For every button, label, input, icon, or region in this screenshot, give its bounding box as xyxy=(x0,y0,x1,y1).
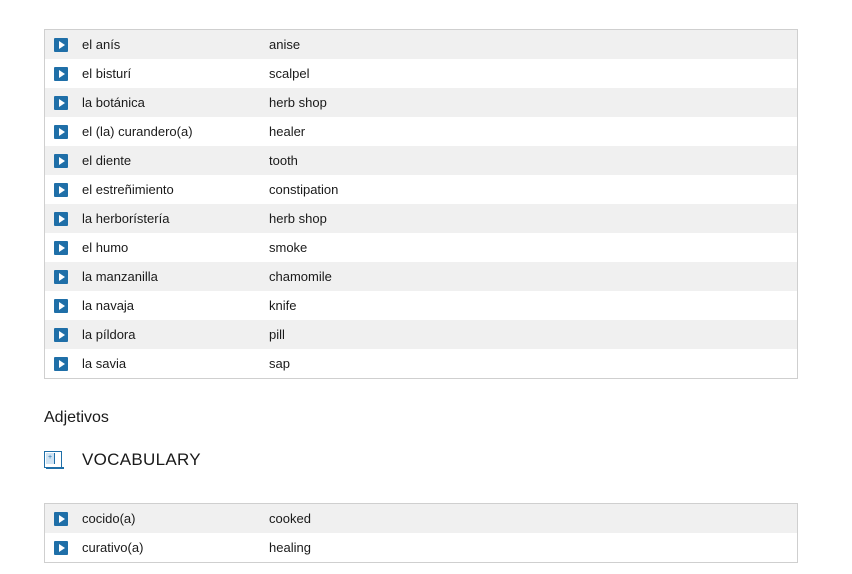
english-translation: healer xyxy=(269,124,306,139)
english-translation: sap xyxy=(269,356,290,371)
table-row: cocido(a) cooked xyxy=(45,504,797,533)
play-audio-button[interactable] xyxy=(54,124,68,139)
english-translation: chamomile xyxy=(269,269,332,284)
table-row: la píldora pill xyxy=(45,320,797,349)
english-translation: scalpel xyxy=(269,66,310,81)
english-translation: tooth xyxy=(269,153,298,168)
english-translation: healing xyxy=(269,540,311,555)
spanish-term: el estreñimiento xyxy=(82,182,174,197)
english-translation: knife xyxy=(269,298,297,313)
table-row: la navaja knife xyxy=(45,291,797,320)
play-audio-button[interactable] xyxy=(54,327,68,342)
english-translation: constipation xyxy=(269,182,339,197)
table-row: el estreñimiento constipation xyxy=(45,175,797,204)
spanish-term: el anís xyxy=(82,37,121,52)
nouns-vocab-table: el anís anise el bisturí scalpel la botá… xyxy=(44,29,798,379)
play-audio-button[interactable] xyxy=(54,211,68,226)
spanish-term: la píldora xyxy=(82,327,136,342)
english-translation: pill xyxy=(269,327,285,342)
vocabulary-label-text: VOCABULARY xyxy=(82,450,201,469)
section-heading-adjetivos: Adjetivos xyxy=(44,409,109,426)
play-audio-button[interactable] xyxy=(54,240,68,255)
table-row: el humo smoke xyxy=(45,233,797,262)
table-row: la herborístería herb shop xyxy=(45,204,797,233)
spanish-term: la savia xyxy=(82,356,127,371)
spanish-term: cocido(a) xyxy=(82,511,136,526)
english-translation: anise xyxy=(269,37,301,52)
play-audio-button[interactable] xyxy=(54,182,68,197)
spanish-term: la navaja xyxy=(82,298,135,313)
spanish-term: el bisturí xyxy=(82,66,132,81)
english-translation: smoke xyxy=(269,240,308,255)
spanish-term: la herborístería xyxy=(82,211,170,226)
table-row: la savia sap xyxy=(45,349,797,378)
table-row: el bisturí scalpel xyxy=(45,59,797,88)
play-audio-button[interactable] xyxy=(54,37,68,52)
play-audio-button[interactable] xyxy=(54,269,68,284)
spanish-term: curativo(a) xyxy=(82,540,144,555)
play-audio-button[interactable] xyxy=(54,298,68,313)
spanish-term: la manzanilla xyxy=(82,269,158,284)
english-translation: herb shop xyxy=(269,95,327,110)
play-audio-button[interactable] xyxy=(54,95,68,110)
vocabulary-label: + VOCABULARY xyxy=(44,450,201,470)
table-row: la botánica herb shop xyxy=(45,88,797,117)
play-audio-button[interactable] xyxy=(54,511,68,526)
play-audio-button[interactable] xyxy=(54,356,68,371)
table-row: la manzanilla chamomile xyxy=(45,262,797,291)
english-translation: cooked xyxy=(269,511,311,526)
play-audio-button[interactable] xyxy=(54,540,68,555)
spanish-term: el diente xyxy=(82,153,132,168)
spanish-term: la botánica xyxy=(82,95,145,110)
play-audio-button[interactable] xyxy=(54,153,68,168)
adjectives-vocab-table: cocido(a) cooked curativo(a) healing xyxy=(44,503,798,563)
spanish-term: el humo xyxy=(82,240,129,255)
book-icon: + xyxy=(44,451,64,469)
table-row: curativo(a) healing xyxy=(45,533,797,562)
table-row: el anís anise xyxy=(45,30,797,59)
english-translation: herb shop xyxy=(269,211,327,226)
table-row: el (la) curandero(a) healer xyxy=(45,117,797,146)
spanish-term: el (la) curandero(a) xyxy=(82,124,193,139)
play-audio-button[interactable] xyxy=(54,66,68,81)
table-row: el diente tooth xyxy=(45,146,797,175)
